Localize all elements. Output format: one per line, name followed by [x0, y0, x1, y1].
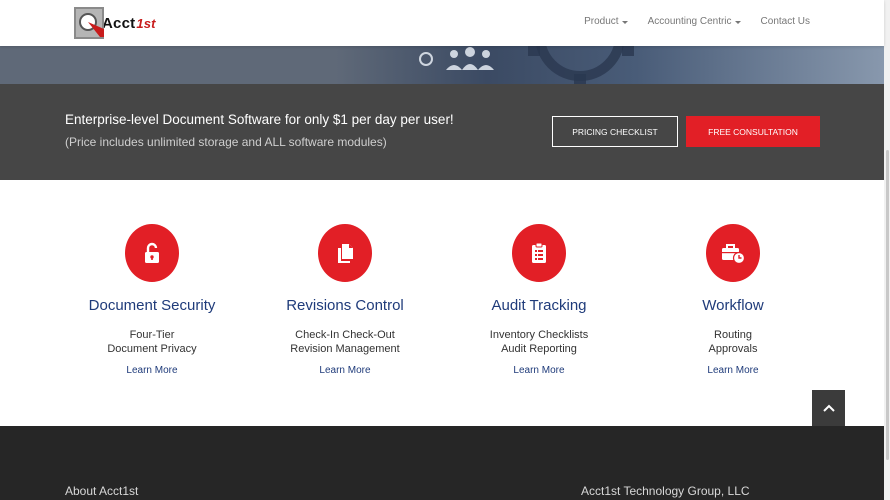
feature-workflow: Workflow Routing Approvals Learn More — [638, 224, 828, 376]
caret-down-icon — [621, 20, 628, 24]
feature-line: Audit Reporting — [501, 343, 577, 355]
feature-line: Four-Tier — [129, 329, 175, 341]
chevron-up-icon — [822, 404, 835, 412]
nav-item-product[interactable]: Product — [584, 16, 628, 27]
briefcase-clock-icon — [706, 224, 760, 282]
learn-more-link[interactable]: Learn More — [638, 365, 828, 376]
promo-banner: Enterprise-level Document Software for o… — [0, 84, 884, 180]
footer-heading-company: Acct1st Technology Group, LLC — [581, 484, 750, 498]
learn-more-link[interactable]: Learn More — [250, 365, 440, 376]
scroll-to-top-button[interactable] — [812, 390, 845, 426]
top-navigation-bar: Acct1st Product Accounting Centric Conta… — [0, 0, 884, 46]
acct1st-logo[interactable]: Acct1st — [74, 7, 156, 39]
feature-title: Revisions Control — [286, 297, 404, 314]
feature-title: Audit Tracking — [491, 297, 587, 314]
clipboard-icon — [512, 224, 566, 282]
feature-revisions-control: Revisions Control Check-In Check-Out Rev… — [250, 224, 440, 376]
caret-down-icon — [734, 20, 741, 24]
pricing-checklist-button[interactable]: PRICING CHECKLIST — [552, 116, 678, 147]
feature-audit-tracking: Audit Tracking Inventory Checklists Audi… — [444, 224, 634, 376]
feature-title: Workflow — [702, 297, 764, 314]
feature-line: Check-In Check-Out — [295, 329, 395, 341]
learn-more-link[interactable]: Learn More — [444, 365, 634, 376]
main-nav: Product Accounting Centric Contact Us — [584, 16, 810, 27]
learn-more-link[interactable]: Learn More — [57, 365, 247, 376]
banner-title: Enterprise-level Document Software for o… — [65, 112, 454, 127]
feature-line: Inventory Checklists — [489, 329, 589, 341]
banner-subtitle: (Price includes unlimited storage and AL… — [65, 135, 387, 149]
logo-mark-icon — [74, 7, 104, 39]
hero-image — [0, 46, 884, 84]
hero-graphic — [419, 46, 634, 84]
feature-line: Routing — [714, 329, 752, 341]
nav-item-accounting-centric[interactable]: Accounting Centric — [648, 16, 741, 27]
copy-icon — [318, 224, 372, 282]
footer-heading-about: About Acct1st — [65, 484, 139, 498]
nav-label: Product — [584, 16, 619, 27]
unlock-icon — [125, 224, 179, 282]
feature-title: Document Security — [88, 297, 216, 314]
page-scrollbar[interactable] — [884, 0, 890, 500]
logo-text: Acct1st — [102, 14, 156, 32]
nav-label: Accounting Centric — [647, 16, 732, 27]
feature-line: Approvals — [708, 343, 758, 355]
nav-label: Contact Us — [760, 16, 810, 27]
feature-line: Document Privacy — [107, 343, 197, 355]
free-consultation-button[interactable]: FREE CONSULTATION — [686, 116, 820, 147]
feature-line: Revision Management — [290, 343, 400, 355]
feature-document-security: Document Security Four-Tier Document Pri… — [57, 224, 247, 376]
scrollbar-thumb[interactable] — [886, 150, 889, 460]
footer: About Acct1st Acct1st Technology Group, … — [0, 426, 884, 500]
nav-item-contact-us[interactable]: Contact Us — [761, 16, 810, 27]
